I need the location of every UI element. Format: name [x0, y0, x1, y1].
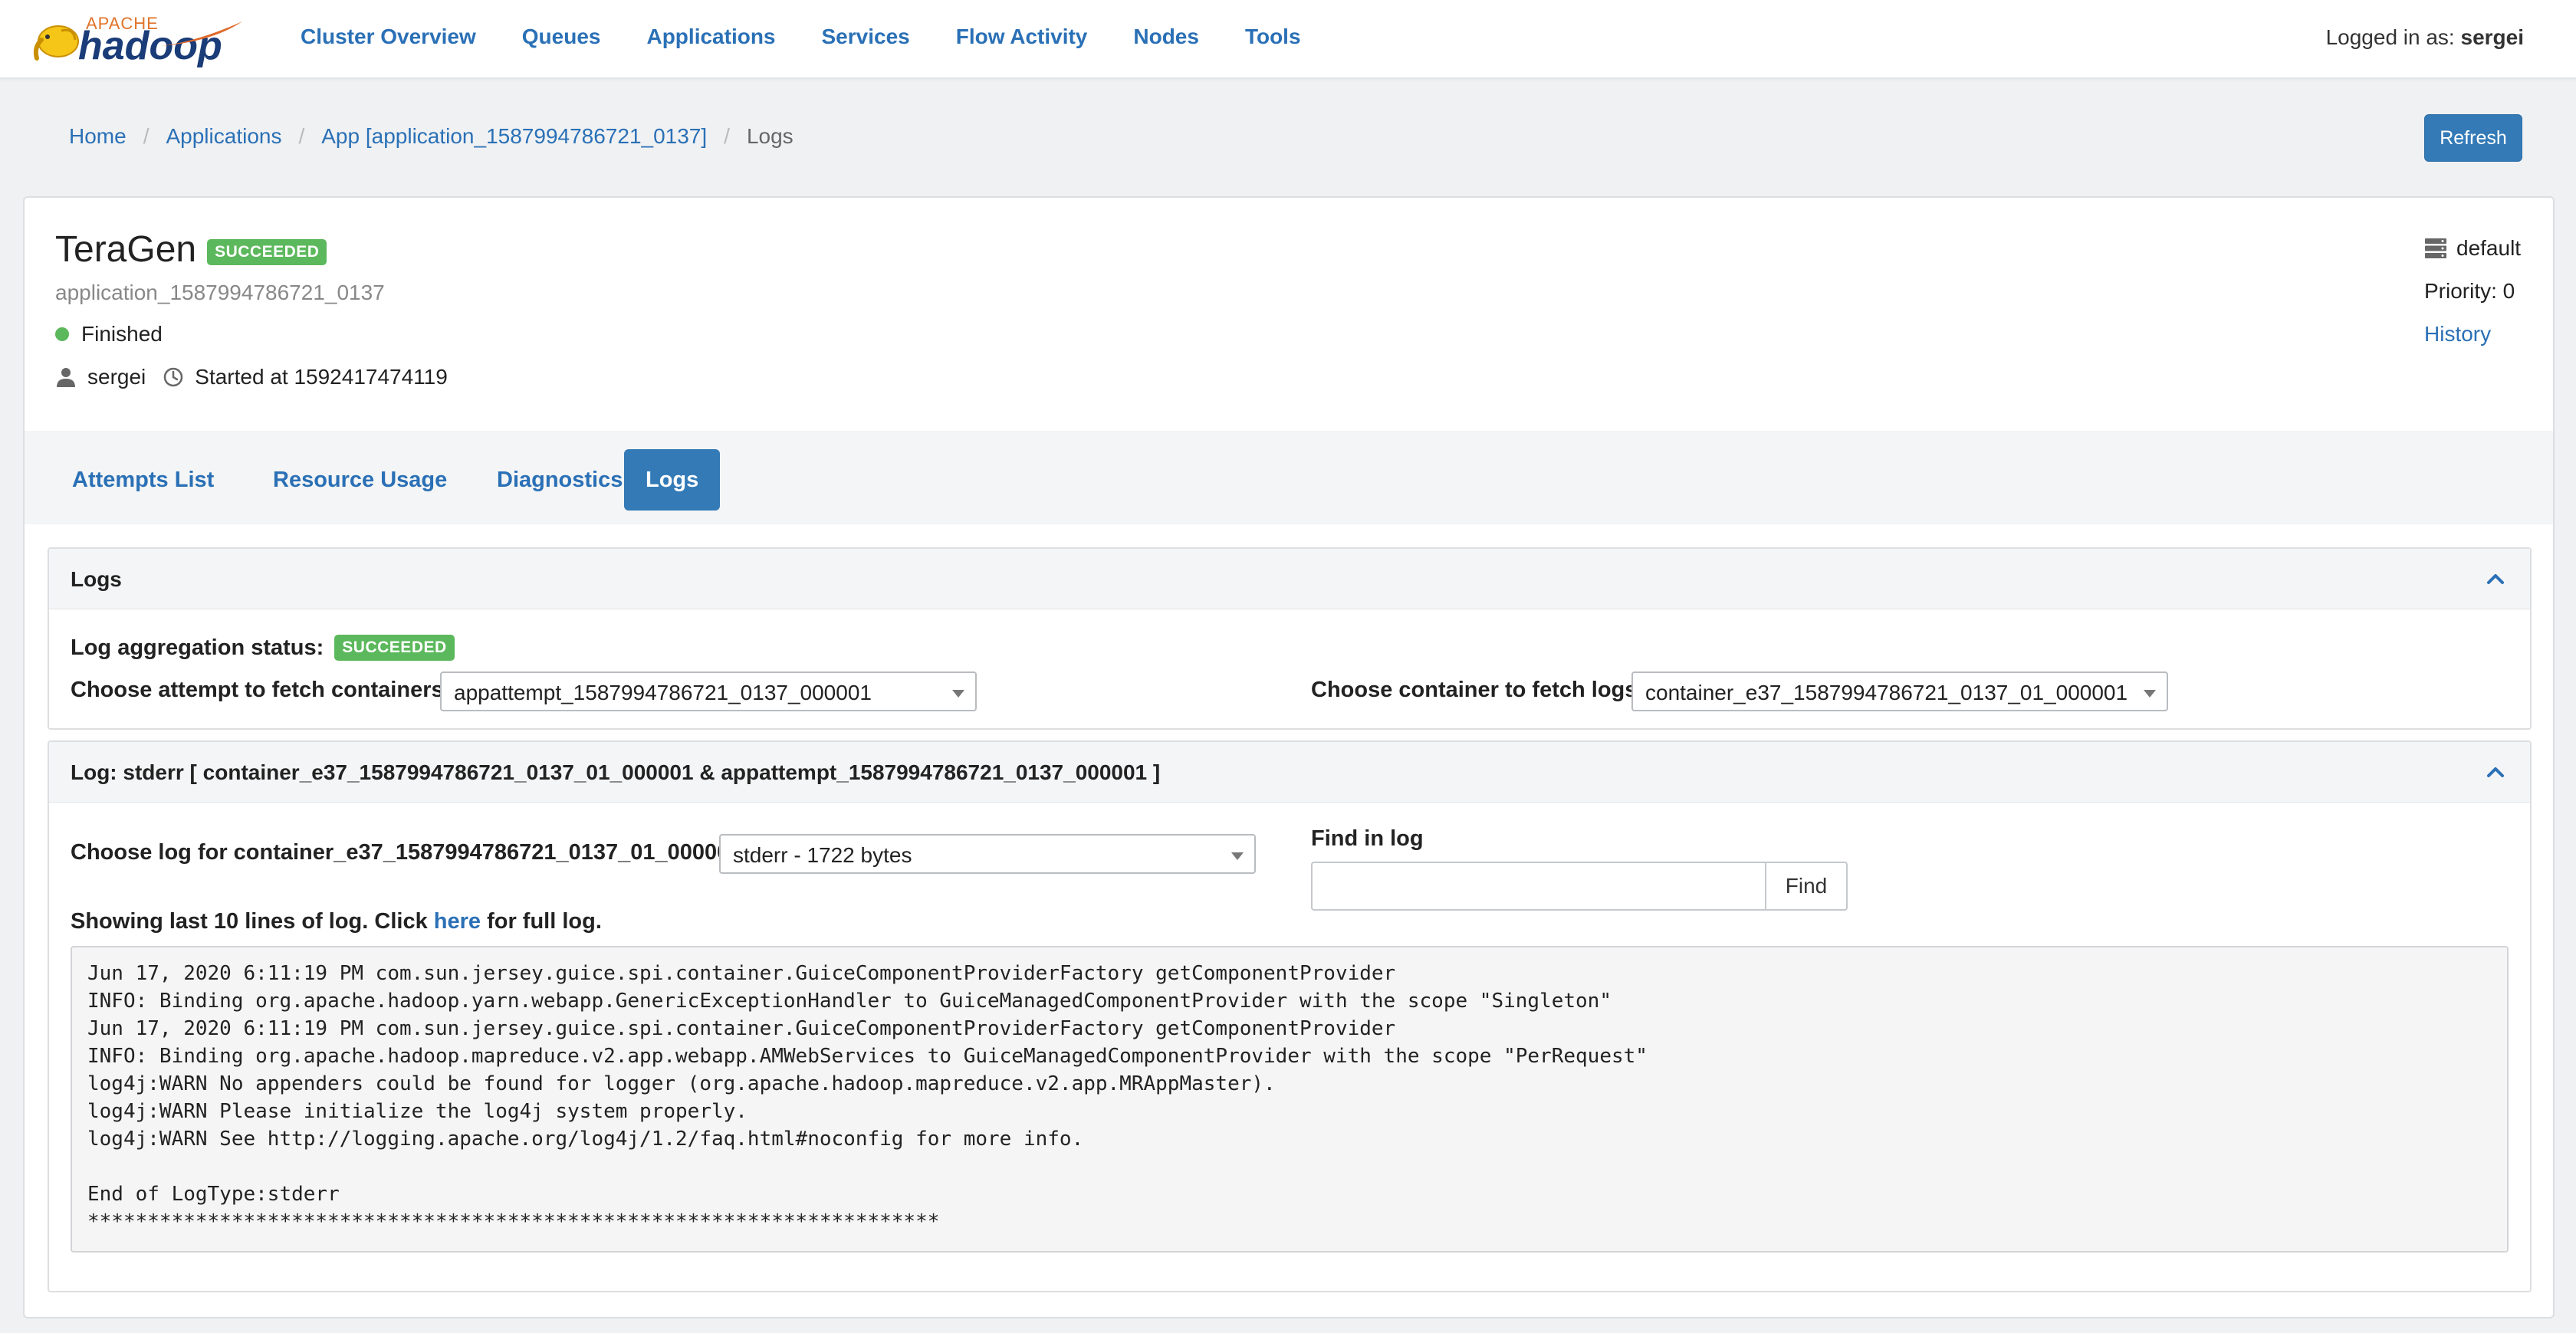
log-content-title: Log: stderr [ container_e37_158799478672… — [71, 760, 1161, 784]
top-navbar: APACHE hadoop Cluster Overview Queues Ap… — [0, 0, 2576, 79]
breadcrumb-separator: / — [724, 124, 730, 148]
attempt-select-value: appattempt_1587994786721_0137_000001 — [454, 681, 872, 704]
log-line: log4j:WARN No appenders could be found f… — [87, 1072, 1276, 1095]
app-tabs: Attempts List Resource Usage Diagnostics… — [25, 431, 2553, 524]
queue-icon — [2425, 238, 2446, 258]
nav-queues[interactable]: Queues — [522, 25, 601, 49]
attempt-label: Choose attempt to fetch containers — [71, 678, 444, 702]
container-select[interactable]: container_e37_1587994786721_0137_01_0000… — [1631, 671, 2168, 711]
log-content-header[interactable]: Log: stderr [ container_e37_158799478672… — [49, 742, 2530, 803]
nav-services[interactable]: Services — [822, 25, 910, 49]
feather-icon — [161, 21, 242, 46]
nav-applications[interactable]: Applications — [646, 25, 775, 49]
showing-last-lines: Showing last 10 lines of log. Click here… — [71, 909, 602, 934]
attempt-select[interactable]: appattempt_1587994786721_0137_000001 — [440, 671, 977, 711]
log-line: Jun 17, 2020 6:11:19 PM com.sun.jersey.g… — [87, 962, 1396, 985]
log-line: ****************************************… — [87, 1210, 940, 1233]
log-file-select-value: stderr - 1722 bytes — [733, 843, 912, 867]
aggregation-status-badge: SUCCEEDED — [334, 635, 455, 661]
nav-tools[interactable]: Tools — [1245, 25, 1301, 49]
tab-resource-usage[interactable]: Resource Usage — [251, 449, 468, 511]
container-label: Choose container to fetch logs — [1311, 678, 1638, 702]
app-state-label: Finished — [81, 322, 163, 346]
find-button[interactable]: Find — [1766, 862, 1848, 911]
tab-attempts-list[interactable]: Attempts List — [51, 449, 235, 511]
chevron-up-icon[interactable] — [2486, 762, 2505, 782]
logs-panel-title: Logs — [71, 567, 122, 591]
status-dot-icon — [55, 327, 69, 341]
app-meta: sergei Started at 1592417474119 — [55, 365, 448, 389]
breadcrumb-app[interactable]: App [application_1587994786721_0137] — [321, 124, 707, 149]
queue-name: default — [2456, 236, 2522, 260]
find-in-log-input[interactable] — [1311, 862, 1766, 911]
app-id: application_1587994786721_0137 — [55, 281, 385, 304]
priority-info: Priority: 0 — [2424, 279, 2515, 303]
log-file-select[interactable]: stderr - 1722 bytes — [719, 834, 1256, 874]
breadcrumb-separator: / — [298, 124, 305, 148]
app-name: TeraGen — [55, 229, 197, 270]
log-line: log4j:WARN Please initialize the log4j s… — [87, 1100, 748, 1123]
tab-diagnostics[interactable]: Diagnostics — [475, 449, 644, 511]
app-user: sergei — [87, 365, 146, 389]
log-line: INFO: Binding org.apache.hadoop.yarn.web… — [87, 990, 1612, 1013]
caret-down-icon — [952, 690, 964, 698]
log-line: End of LogType:stderr — [87, 1183, 340, 1206]
app-state: Finished — [55, 322, 163, 346]
clock-icon — [164, 367, 183, 387]
hadoop-logo[interactable]: APACHE hadoop — [31, 11, 245, 69]
full-log-link[interactable]: here — [434, 909, 481, 934]
queue-info: default — [2424, 236, 2521, 261]
showing-prefix: Showing last 10 lines of log. Click — [71, 909, 428, 934]
breadcrumb: Home / Applications / App [application_1… — [69, 124, 794, 149]
log-content-panel: Log: stderr [ container_e37_158799478672… — [48, 740, 2532, 1292]
breadcrumb-current: Logs — [746, 124, 794, 148]
nav-nodes[interactable]: Nodes — [1133, 25, 1199, 49]
log-output: Jun 17, 2020 6:11:19 PM com.sun.jersey.g… — [71, 946, 2509, 1253]
find-in-log-label: Find in log — [1311, 826, 1424, 851]
choose-log-label: Choose log for container_e37_15879947867… — [71, 840, 742, 865]
app-started: Started at 1592417474119 — [195, 365, 448, 389]
history-link[interactable]: History — [2424, 322, 2491, 346]
logged-in-user: Logged in as: sergei — [2326, 25, 2524, 50]
breadcrumb-applications[interactable]: Applications — [166, 124, 281, 149]
app-right-meta: default Priority: 0 History — [2424, 236, 2521, 365]
container-select-value: container_e37_1587994786721_0137_01_0000… — [1645, 681, 2128, 704]
app-header: TeraGen SUCCEEDED — [55, 228, 327, 271]
showing-suffix: for full log. — [487, 909, 602, 934]
application-panel: TeraGen SUCCEEDED application_1587994786… — [23, 196, 2555, 1318]
log-line: log4j:WARN See http://logging.apache.org… — [87, 1128, 1084, 1151]
logged-in-username: sergei — [2460, 25, 2525, 49]
logs-panel: Logs Log aggregation status: SUCCEEDED C… — [48, 547, 2532, 730]
logs-panel-header[interactable]: Logs — [49, 549, 2530, 609]
breadcrumb-home[interactable]: Home — [69, 124, 127, 149]
aggregation-label: Log aggregation status: — [71, 635, 324, 660]
elephant-icon — [33, 25, 79, 61]
breadcrumb-separator: / — [143, 124, 150, 148]
nav-cluster-overview[interactable]: Cluster Overview — [301, 25, 476, 49]
log-line: Jun 17, 2020 6:11:19 PM com.sun.jersey.g… — [87, 1017, 1396, 1040]
refresh-button[interactable]: Refresh — [2424, 114, 2522, 162]
log-line: INFO: Binding org.apache.hadoop.mapreduc… — [87, 1045, 1648, 1068]
aggregation-status: Log aggregation status: SUCCEEDED — [71, 635, 455, 661]
tab-logs[interactable]: Logs — [624, 449, 721, 511]
nav-flow-activity[interactable]: Flow Activity — [956, 25, 1088, 49]
user-icon — [57, 368, 75, 387]
chevron-up-icon[interactable] — [2486, 569, 2505, 589]
caret-down-icon — [2144, 690, 2156, 698]
app-status-badge: SUCCEEDED — [207, 238, 327, 265]
logged-in-label: Logged in as: — [2325, 25, 2455, 49]
caret-down-icon — [1231, 852, 1244, 860]
